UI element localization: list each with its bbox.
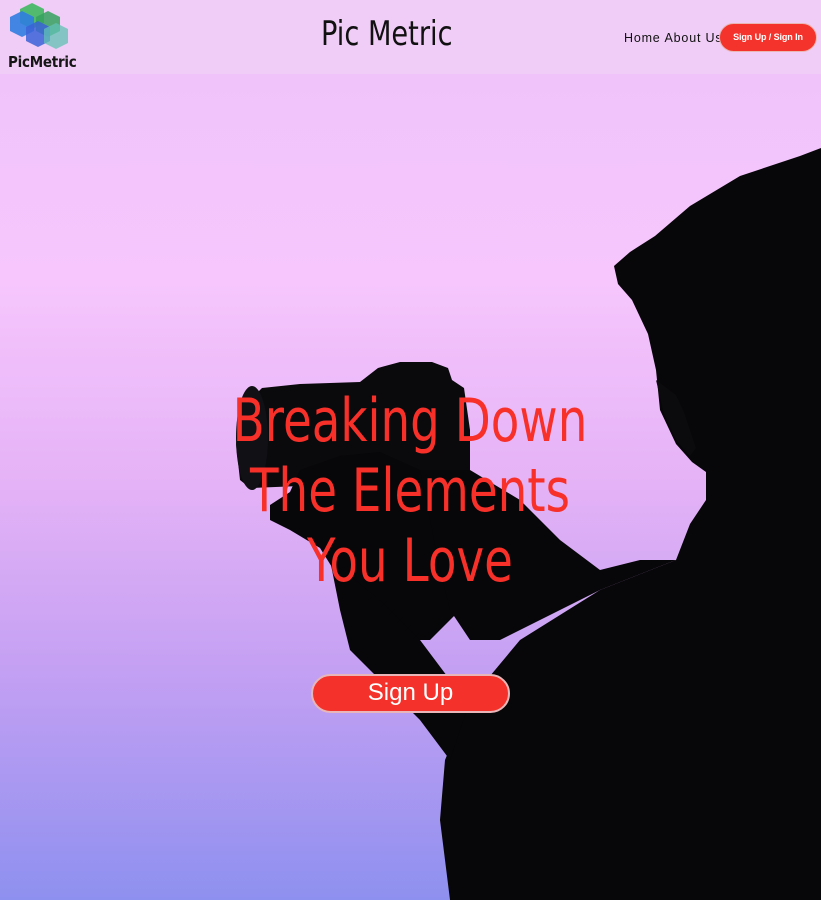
nav-link-about-us[interactable]: About Us bbox=[665, 31, 723, 45]
sign-up-sign-in-button[interactable]: Sign Up / Sign In bbox=[719, 23, 817, 52]
headline-line-3: You Love bbox=[307, 526, 513, 596]
hero-section: Breaking Down The Elements You Love Sign… bbox=[0, 74, 821, 900]
headline-line-1: Breaking Down bbox=[232, 386, 588, 456]
nav-link-home[interactable]: Home bbox=[624, 31, 661, 45]
brand-logo[interactable]: PicMetric bbox=[6, 3, 78, 73]
site-header: PicMetric Pic Metric Home About Us Sign U… bbox=[0, 0, 821, 74]
landing-page: PicMetric Pic Metric Home About Us Sign U… bbox=[0, 0, 821, 900]
hero-headline: Breaking Down The Elements You Love bbox=[231, 386, 590, 596]
headline-line-2: The Elements bbox=[249, 456, 571, 526]
site-title: Pic Metric bbox=[321, 14, 453, 54]
picmetric-logo-icon bbox=[10, 3, 68, 49]
sign-up-button[interactable]: Sign Up bbox=[311, 674, 510, 713]
logo-text: PicMetric bbox=[8, 53, 77, 71]
main-nav: Home About Us bbox=[624, 31, 722, 45]
